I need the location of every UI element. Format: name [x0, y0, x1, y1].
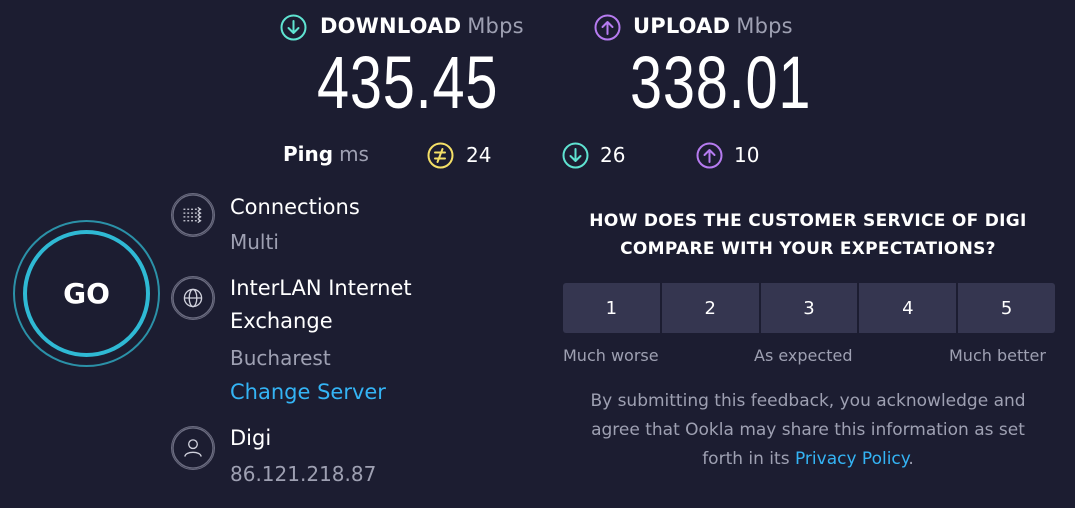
- survey-question-line2: COMPARE WITH YOUR EXPECTATIONS?: [620, 239, 996, 259]
- upload-label: UPLOAD Mbps: [633, 14, 793, 38]
- scale-low-label: Much worse: [563, 346, 659, 365]
- ping-upload-value: 10: [734, 143, 760, 167]
- globe-icon: [171, 276, 215, 320]
- connections-icon: [171, 193, 215, 237]
- feedback-disclaimer: By submitting this feedback, you acknowl…: [558, 387, 1058, 474]
- download-label: DOWNLOAD Mbps: [320, 14, 524, 38]
- ping-unit: ms: [339, 142, 369, 166]
- arrow-up-circle-icon: [594, 14, 621, 41]
- download-unit: Mbps: [467, 14, 524, 38]
- rating-button-4[interactable]: 4: [859, 283, 957, 333]
- isp-name: Digi: [230, 426, 272, 450]
- disclaimer-line1: By submitting this feedback, you acknowl…: [590, 391, 1026, 411]
- scale-high-label: Much better: [949, 346, 1046, 365]
- rating-button-2[interactable]: 2: [661, 283, 759, 333]
- ping-title: Ping: [283, 142, 334, 166]
- ping-label: Ping ms: [283, 142, 369, 166]
- disclaimer-line3: forth in its Privacy Policy.: [558, 445, 1058, 474]
- change-server-link[interactable]: Change Server: [230, 380, 386, 404]
- server-location: Bucharest: [230, 346, 331, 370]
- privacy-policy-link[interactable]: Privacy Policy: [795, 449, 908, 469]
- go-button[interactable]: GO: [13, 220, 160, 367]
- survey-question: HOW DOES THE CUSTOMER SERVICE OF DIGI CO…: [558, 207, 1058, 263]
- server-name-line2: Exchange: [230, 309, 333, 333]
- survey-question-line1: HOW DOES THE CUSTOMER SERVICE OF DIGI: [589, 211, 1027, 231]
- upload-unit: Mbps: [736, 14, 793, 38]
- user-icon: [171, 426, 215, 470]
- isp-ip: 86.121.218.87: [230, 462, 377, 486]
- disclaimer-suffix: .: [908, 449, 914, 469]
- download-speed-value: 435.45: [317, 41, 499, 124]
- connections-value[interactable]: Multi: [230, 230, 279, 254]
- disclaimer-line2: agree that Ookla may share this informat…: [591, 420, 1025, 440]
- rating-button-3[interactable]: 3: [760, 283, 858, 333]
- ping-idle-value: 24: [466, 143, 492, 167]
- upload-latency-icon: [696, 142, 723, 169]
- rating-button-1[interactable]: 1: [563, 283, 660, 333]
- download-latency-icon: [562, 142, 589, 169]
- idle-latency-icon: [427, 142, 454, 169]
- connections-title: Connections: [230, 195, 360, 219]
- go-label[interactable]: GO: [63, 277, 110, 310]
- upload-title: UPLOAD: [633, 14, 731, 38]
- rating-scale: 1 2 3 4 5: [563, 283, 1055, 333]
- upload-speed-value: 338.01: [630, 41, 812, 124]
- server-name-line1: InterLAN Internet: [230, 276, 412, 300]
- go-button-inner[interactable]: GO: [23, 230, 150, 357]
- ping-download-value: 26: [600, 143, 626, 167]
- scale-mid-label: As expected: [754, 346, 853, 365]
- disclaimer-prefix: forth in its: [702, 449, 795, 469]
- arrow-down-circle-icon: [280, 14, 307, 41]
- rating-button-5[interactable]: 5: [958, 283, 1055, 333]
- download-title: DOWNLOAD: [320, 14, 462, 38]
